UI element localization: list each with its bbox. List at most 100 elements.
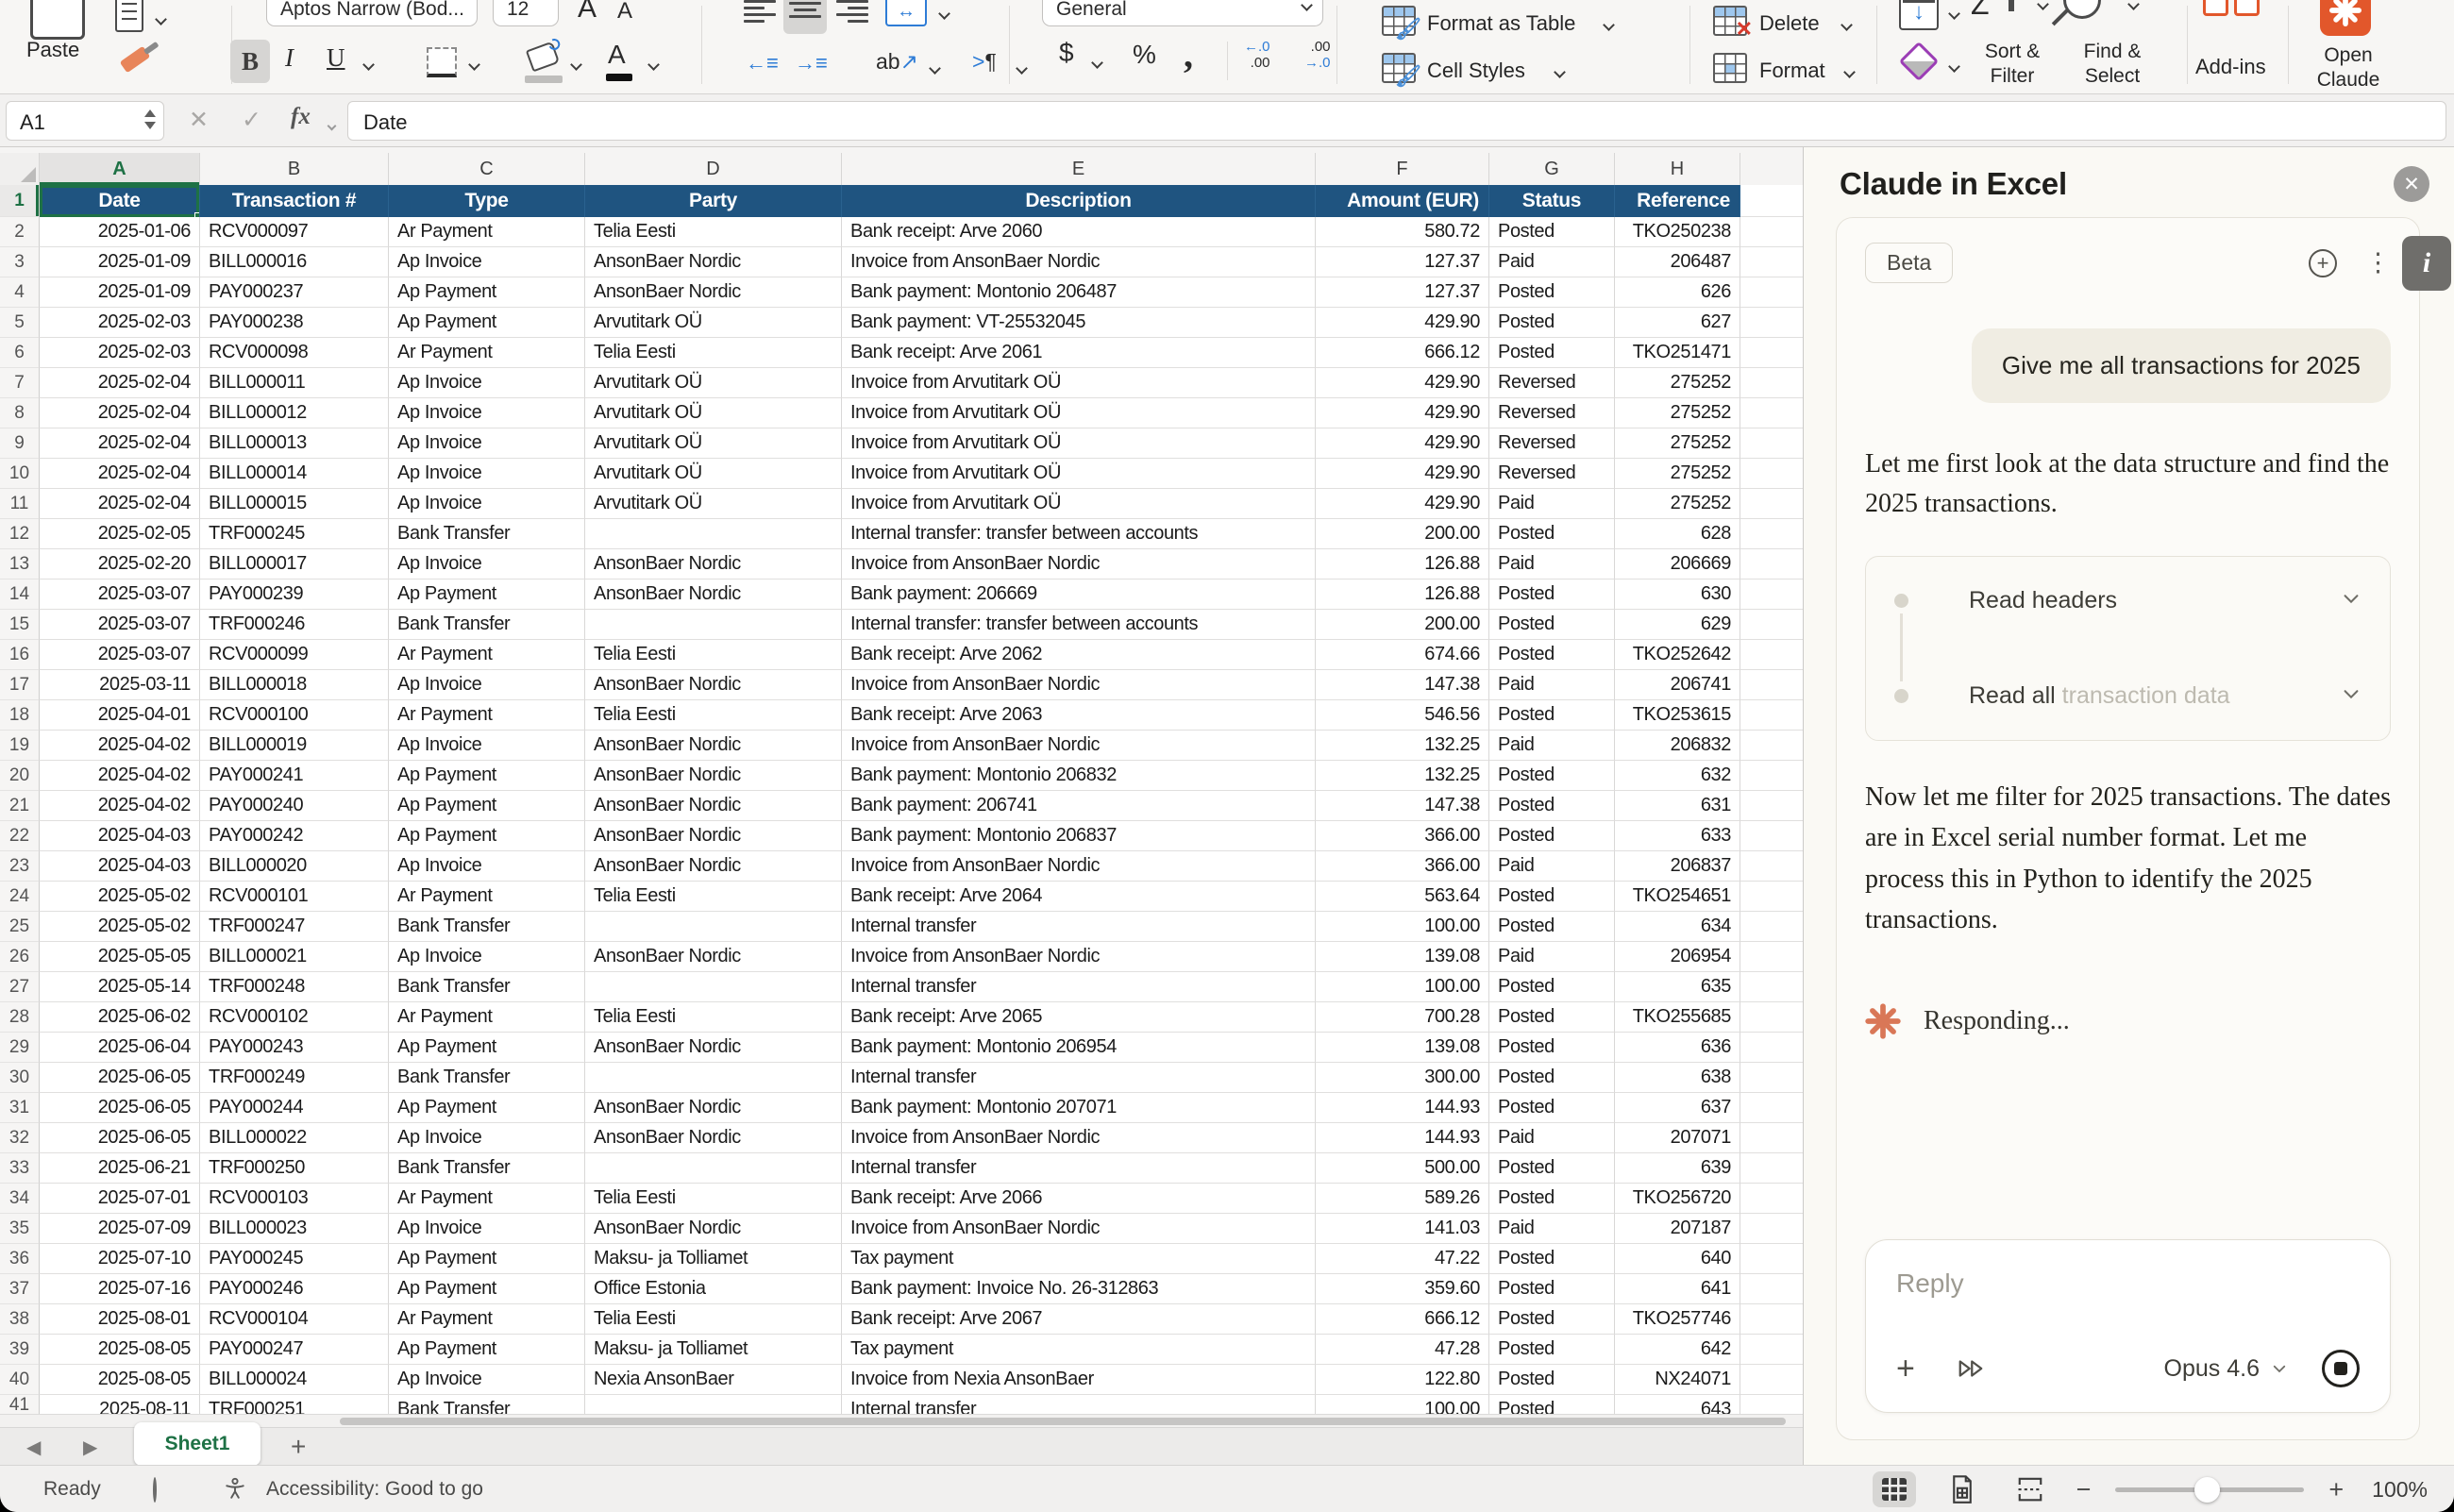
cell[interactable]: BILL000017: [200, 549, 389, 580]
row-number[interactable]: 40: [0, 1365, 40, 1395]
cell[interactable]: AnsonBaer Nordic: [585, 731, 842, 761]
cell[interactable]: Posted: [1489, 1063, 1615, 1093]
cell[interactable]: Ar Payment: [389, 640, 585, 670]
column-header-B[interactable]: B: [200, 153, 389, 185]
row-number[interactable]: 13: [0, 549, 40, 580]
cell[interactable]: 2025-03-07: [40, 640, 200, 670]
cell[interactable]: Telia Eesti: [585, 640, 842, 670]
fill-color-icon[interactable]: [529, 45, 557, 68]
cell[interactable]: BILL000024: [200, 1365, 389, 1395]
info-tab[interactable]: i: [2402, 236, 2451, 291]
cell[interactable]: Ap Invoice: [389, 459, 585, 489]
row-number[interactable]: 10: [0, 459, 40, 489]
cell[interactable]: Bank receipt: Arve 2066: [842, 1184, 1316, 1214]
find-icon[interactable]: [2063, 0, 2101, 19]
horizontal-scrollbar-thumb[interactable]: [340, 1418, 1786, 1425]
cell[interactable]: Ap Invoice: [389, 398, 585, 428]
cell[interactable]: 100.00: [1316, 1395, 1489, 1414]
cell[interactable]: Posted: [1489, 580, 1615, 610]
fast-forward-icon[interactable]: [1957, 1356, 1985, 1381]
cell[interactable]: 2025-03-07: [40, 610, 200, 640]
cell[interactable]: Ap Payment: [389, 821, 585, 851]
cell[interactable]: Invoice from Arvutitark OÜ: [842, 428, 1316, 459]
cell[interactable]: [1740, 368, 1803, 398]
cell[interactable]: 126.88: [1316, 549, 1489, 580]
zoom-in-icon[interactable]: +: [2328, 1475, 2344, 1504]
cell[interactable]: 275252: [1615, 459, 1740, 489]
cell[interactable]: [1740, 640, 1803, 670]
row-number[interactable]: 38: [0, 1304, 40, 1335]
row-number[interactable]: 15: [0, 610, 40, 640]
cell[interactable]: 2025-02-03: [40, 308, 200, 338]
cell[interactable]: 563.64: [1316, 882, 1489, 912]
cell[interactable]: [585, 519, 842, 549]
cell[interactable]: 47.28: [1316, 1335, 1489, 1365]
cell[interactable]: [1740, 1244, 1803, 1274]
cell[interactable]: Posted: [1489, 640, 1615, 670]
cell[interactable]: Ap Invoice: [389, 1214, 585, 1244]
row-number[interactable]: 34: [0, 1184, 40, 1214]
column-header-G[interactable]: G: [1489, 153, 1615, 185]
cell[interactable]: [1740, 1002, 1803, 1033]
cell[interactable]: Reversed: [1489, 368, 1615, 398]
cell[interactable]: 2025-06-04: [40, 1033, 200, 1063]
cell[interactable]: Bank payment: Invoice No. 26-312863: [842, 1274, 1316, 1304]
cell[interactable]: [1740, 912, 1803, 942]
cell[interactable]: 2025-08-05: [40, 1335, 200, 1365]
cell[interactable]: Arvutitark OÜ: [585, 428, 842, 459]
cell[interactable]: AnsonBaer Nordic: [585, 942, 842, 972]
cell[interactable]: Invoice from AnsonBaer Nordic: [842, 670, 1316, 700]
cell[interactable]: 132.25: [1316, 761, 1489, 791]
cell[interactable]: [585, 1395, 842, 1414]
row-number[interactable]: 35: [0, 1214, 40, 1244]
row-number[interactable]: 25: [0, 912, 40, 942]
cell[interactable]: 2025-02-04: [40, 368, 200, 398]
cell[interactable]: 127.37: [1316, 247, 1489, 277]
cell[interactable]: 2025-05-05: [40, 942, 200, 972]
row-number[interactable]: 27: [0, 972, 40, 1002]
cell[interactable]: Ap Invoice: [389, 942, 585, 972]
cell[interactable]: Posted: [1489, 217, 1615, 247]
cell[interactable]: PAY000244: [200, 1093, 389, 1123]
cell[interactable]: 2025-05-02: [40, 912, 200, 942]
cell[interactable]: [1740, 549, 1803, 580]
cell[interactable]: [1740, 670, 1803, 700]
cell[interactable]: Tax payment: [842, 1335, 1316, 1365]
header-cell[interactable]: Reference: [1615, 185, 1740, 217]
row-number[interactable]: 32: [0, 1123, 40, 1153]
cell[interactable]: Ap Payment: [389, 761, 585, 791]
cell[interactable]: 2025-02-20: [40, 549, 200, 580]
cell[interactable]: [1740, 1214, 1803, 1244]
row-number[interactable]: 30: [0, 1063, 40, 1093]
cell[interactable]: Bank payment: 206741: [842, 791, 1316, 821]
cell[interactable]: [1740, 882, 1803, 912]
format-as-table-chevron[interactable]: [1605, 17, 1613, 34]
cell[interactable]: AnsonBaer Nordic: [585, 549, 842, 580]
cell[interactable]: Bank payment: 206669: [842, 580, 1316, 610]
increase-indent-icon[interactable]: →≡: [795, 51, 828, 76]
new-chat-icon[interactable]: +: [2309, 249, 2337, 277]
orientation-chevron[interactable]: [931, 60, 939, 77]
cell[interactable]: 2025-04-02: [40, 791, 200, 821]
cell[interactable]: 429.90: [1316, 398, 1489, 428]
cell[interactable]: Posted: [1489, 1093, 1615, 1123]
cell[interactable]: [1740, 942, 1803, 972]
cell[interactable]: PAY000246: [200, 1274, 389, 1304]
cell[interactable]: AnsonBaer Nordic: [585, 761, 842, 791]
cell[interactable]: AnsonBaer Nordic: [585, 791, 842, 821]
cell[interactable]: Posted: [1489, 1244, 1615, 1274]
cell[interactable]: 700.28: [1316, 1002, 1489, 1033]
cell[interactable]: AnsonBaer Nordic: [585, 1214, 842, 1244]
cell[interactable]: Ap Invoice: [389, 1123, 585, 1153]
cell[interactable]: Posted: [1489, 1274, 1615, 1304]
cell[interactable]: 2025-08-01: [40, 1304, 200, 1335]
align-middle-icon[interactable]: [783, 0, 827, 34]
cell[interactable]: Internal transfer: [842, 972, 1316, 1002]
sort-chevron[interactable]: [2039, 0, 2047, 13]
cell[interactable]: Posted: [1489, 912, 1615, 942]
cell[interactable]: 633: [1615, 821, 1740, 851]
cell[interactable]: 666.12: [1316, 1304, 1489, 1335]
cell[interactable]: [1740, 428, 1803, 459]
row-number[interactable]: 26: [0, 942, 40, 972]
text-direction-icon[interactable]: >¶: [972, 49, 997, 75]
